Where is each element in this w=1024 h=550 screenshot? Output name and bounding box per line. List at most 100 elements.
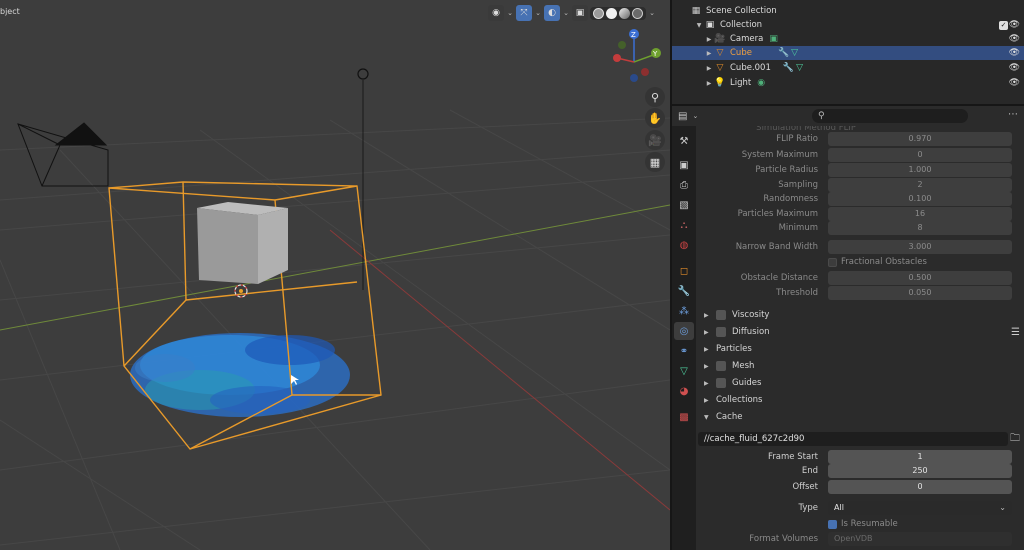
fractional-obstacles-checkbox[interactable]: Fractional Obstacles	[828, 255, 927, 269]
is-resumable-checkbox[interactable]: Is Resumable	[828, 517, 898, 531]
light-data-icon[interactable]: ◉	[757, 78, 765, 88]
panel-mesh[interactable]: ▶ Mesh	[704, 358, 1022, 374]
eye-icon[interactable]: 👁	[1009, 34, 1020, 44]
search-input[interactable]: ⚲	[812, 109, 968, 123]
frame-start-field[interactable]: 1	[828, 450, 1012, 464]
particles-maximum-field[interactable]: 16	[828, 207, 1012, 221]
xray-toggle-icon[interactable]: ▣	[572, 5, 588, 21]
panel-checkbox[interactable]	[716, 310, 726, 320]
data-tab-icon[interactable]: ▽	[674, 362, 694, 380]
expand-arrow-icon[interactable]: ▼	[704, 414, 710, 421]
obstacle-distance-field[interactable]: 0.500	[828, 271, 1012, 285]
output-tab-icon[interactable]: ⎙	[674, 176, 694, 194]
list-icon[interactable]: ☰	[1011, 327, 1020, 338]
visibility-icon[interactable]: ◉	[488, 5, 504, 21]
expand-arrow-icon[interactable]: ▶	[704, 80, 714, 87]
expand-arrow-icon[interactable]: ▶	[704, 312, 710, 319]
panel-cache[interactable]: ▼ Cache	[704, 409, 1022, 425]
offset-field[interactable]: 0	[828, 480, 1012, 494]
scene-collection-row[interactable]: ▦ Scene Collection	[672, 4, 1024, 18]
outliner-item-cube-001[interactable]: ▶ ▽ Cube.001 🔧 ▽ 👁	[672, 61, 1024, 75]
panel-collections[interactable]: ▶ Collections	[704, 392, 1022, 408]
narrow-band-width-field[interactable]: 3.000	[828, 240, 1012, 254]
expand-arrow-icon[interactable]: ▶	[704, 346, 710, 353]
panel-checkbox[interactable]	[716, 378, 726, 388]
chevron-down-icon[interactable]: ⌄	[562, 9, 570, 17]
eye-icon[interactable]: 👁	[1009, 20, 1020, 30]
particle-radius-field[interactable]: 1.000	[828, 163, 1012, 177]
panel-guides[interactable]: ▶ Guides	[704, 375, 1022, 391]
expand-arrow-icon[interactable]: ▶	[704, 380, 710, 387]
3d-viewport[interactable]: Z Y bject ◉ ⌄ ⤧ ⌄ ◐ ⌄ ▣ ⌄ ⚲ ✋ 🎥 ▦	[0, 0, 670, 550]
panel-checkbox[interactable]	[716, 361, 726, 371]
system-maximum-field[interactable]: 0	[828, 148, 1012, 162]
viewport-scene[interactable]: Z Y	[0, 0, 670, 550]
expand-arrow-icon[interactable]: ▼	[694, 22, 704, 29]
zoom-icon[interactable]: ⚲	[645, 87, 665, 107]
expand-arrow-icon[interactable]: ▶	[704, 50, 714, 57]
rendered-shading-icon[interactable]	[632, 7, 643, 19]
outliner-item-light[interactable]: ▶ 💡 Light ◉ 👁	[672, 76, 1024, 90]
physics-tab-icon[interactable]: ◎	[674, 322, 694, 340]
camera-icon[interactable]: 🎥	[645, 130, 665, 150]
gizmo-toggle-icon[interactable]: ⤧	[516, 5, 532, 21]
solid-shading-icon[interactable]	[606, 7, 617, 19]
folder-icon[interactable]: 🗀	[1010, 432, 1024, 446]
scene-tab-icon[interactable]: ⛬	[674, 216, 694, 234]
chevron-down-icon[interactable]: ⌄	[691, 112, 699, 120]
expand-arrow-icon[interactable]: ▶	[704, 65, 714, 72]
eye-icon[interactable]: 👁	[1009, 48, 1020, 58]
format-volumes-dropdown[interactable]: OpenVDB	[828, 532, 1012, 546]
panel-particles[interactable]: ▶ Particles	[704, 341, 1022, 357]
chevron-down-icon[interactable]: ⌄	[534, 9, 542, 17]
randomness-field[interactable]: 0.100	[828, 192, 1012, 206]
expand-arrow-icon[interactable]: ▶	[704, 36, 714, 43]
chevron-down-icon[interactable]: ⌄	[506, 9, 514, 17]
view-layer-tab-icon[interactable]: ▧	[674, 196, 694, 214]
cache-type-dropdown[interactable]: All ⌄	[828, 501, 1012, 515]
sampling-field[interactable]: 2	[828, 178, 1012, 192]
flip-ratio-field[interactable]: 0.970	[828, 132, 1012, 146]
mesh-data-icon[interactable]: ▽	[796, 63, 803, 73]
modifier-wrench-icon[interactable]: 🔧	[783, 63, 794, 73]
editor-type-icon[interactable]: ▤	[678, 111, 687, 122]
chevron-down-icon[interactable]: ⌄	[648, 9, 656, 17]
hand-icon[interactable]: ✋	[645, 108, 665, 128]
world-tab-icon[interactable]: ◍	[674, 236, 694, 254]
constraints-tab-icon[interactable]: ⚭	[674, 342, 694, 360]
mesh-data-icon[interactable]: ▽	[791, 48, 798, 58]
eye-icon[interactable]: 👁	[1009, 78, 1020, 88]
expand-arrow-icon[interactable]: ▶	[704, 363, 710, 370]
cache-directory-field[interactable]: //cache_fluid_627c2d90	[698, 432, 1008, 446]
frame-end-field[interactable]: 250	[828, 464, 1012, 478]
expand-arrow-icon[interactable]: ▶	[704, 329, 710, 336]
modifier-wrench-icon[interactable]: 🔧	[778, 48, 789, 58]
wireframe-shading-icon[interactable]	[593, 7, 604, 19]
collection-row[interactable]: ▼ ▣ Collection ✓ 👁	[672, 18, 1024, 32]
grid-icon[interactable]: ▦	[645, 152, 665, 172]
options-menu-icon[interactable]: ⋯	[1008, 109, 1018, 120]
outliner-item-cube[interactable]: ▶ ▽ Cube 🔧 ▽ 👁	[672, 46, 1024, 60]
panel-checkbox[interactable]	[716, 327, 726, 337]
exclude-checkbox[interactable]: ✓	[999, 20, 1008, 30]
modifier-tab-icon[interactable]: 🔧	[674, 282, 694, 300]
render-tab-icon[interactable]: ▣	[674, 156, 694, 174]
texture-tab-icon[interactable]: ▩	[674, 408, 694, 426]
material-shading-icon[interactable]	[619, 7, 630, 19]
checkbox-box[interactable]	[828, 257, 837, 267]
expand-arrow-icon[interactable]: ▶	[704, 397, 710, 404]
panel-diffusion[interactable]: ▶ Diffusion ☰	[704, 324, 1022, 340]
tool-tab-icon[interactable]: ⚒	[674, 132, 694, 150]
material-tab-icon[interactable]: ◕	[674, 382, 694, 400]
overlay-toggle-icon[interactable]: ◐	[544, 5, 560, 21]
particles-tab-icon[interactable]: ⁂	[674, 302, 694, 320]
panel-viscosity[interactable]: ▶ Viscosity	[704, 307, 1022, 323]
checkbox-box[interactable]	[828, 519, 837, 529]
camera-data-icon[interactable]: ▣	[769, 34, 778, 44]
object-tab-icon[interactable]: ◻	[674, 262, 694, 280]
mode-label[interactable]: bject	[0, 7, 20, 16]
eye-icon[interactable]: 👁	[1009, 63, 1020, 73]
outliner-item-camera[interactable]: ▶ 🎥 Camera ▣ 👁	[672, 32, 1024, 46]
threshold-field[interactable]: 0.050	[828, 286, 1012, 300]
particles-minimum-field[interactable]: 8	[828, 221, 1012, 235]
